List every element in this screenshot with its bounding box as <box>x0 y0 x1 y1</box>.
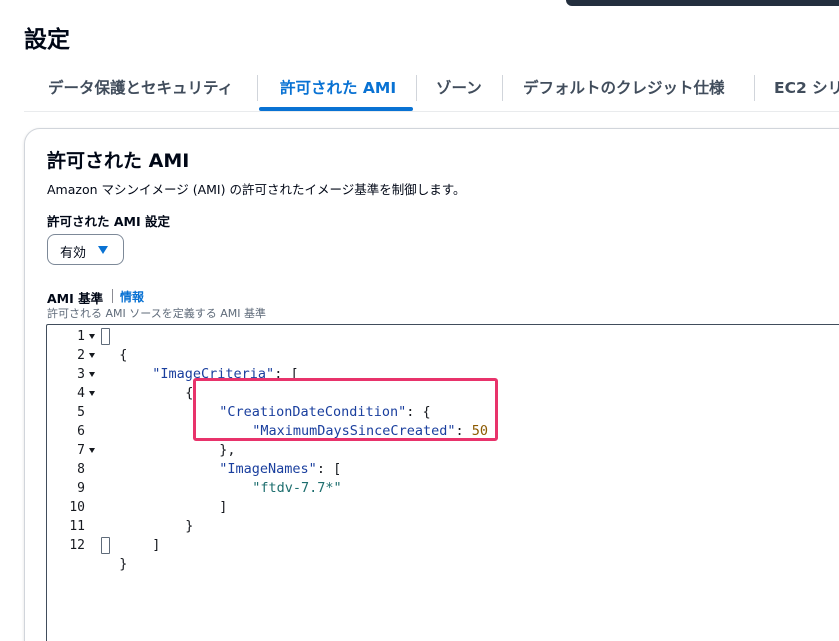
code-line-12: } <box>103 536 127 572</box>
tab-divider <box>257 75 258 101</box>
caret-down-icon <box>98 246 108 254</box>
line-number: 11 <box>69 519 85 534</box>
code-line-2: "ImageCriteria": [ <box>136 346 298 382</box>
tabs-baseline <box>24 111 839 112</box>
json-string: "ftdv-7.7*" <box>252 480 342 496</box>
code-line-11: ] <box>136 517 160 553</box>
line-number: 8 <box>77 462 85 477</box>
tab-divider <box>416 75 417 101</box>
json-bracket: ] <box>219 499 228 515</box>
line-number: 3 <box>77 367 85 382</box>
page-title: 設定 <box>24 27 70 53</box>
top-notification-bar <box>566 0 839 6</box>
panel-heading: 許可された AMI <box>47 150 190 172</box>
tab-data-protection-security[interactable]: データ保護とセキュリティ <box>46 70 235 108</box>
code-line-9: ] <box>203 479 227 515</box>
line-number: 6 <box>77 424 85 439</box>
active-tab-indicator <box>259 107 413 111</box>
tab-divider <box>502 75 503 101</box>
fold-caret-icon[interactable] <box>89 448 95 453</box>
line-number-gutter: 1 2 3 4 5 6 7 8 9 10 11 12 <box>47 327 99 641</box>
highlight-annotation-box <box>193 378 498 441</box>
line-number: 1 <box>77 329 85 344</box>
select-value: 有効 <box>60 246 87 261</box>
allowed-ami-setting-label: 許可された AMI 設定 <box>47 214 170 229</box>
fold-caret-icon[interactable] <box>89 353 95 358</box>
info-link[interactable]: 情報 <box>120 288 144 305</box>
settings-tabs: データ保護とセキュリティ 許可された AMI ゾーン デフォルトのクレジット仕様… <box>24 70 839 112</box>
code-line-8: "ftdv-7.7*" <box>236 460 341 496</box>
line-number: 10 <box>69 500 85 515</box>
ami-criteria-hint: 許可される AMI ソースを定義する AMI 基準 <box>47 307 266 320</box>
code-line-1: { <box>103 327 127 363</box>
line-number: 5 <box>77 405 85 420</box>
tab-allowed-ami[interactable]: 許可された AMI <box>278 70 398 108</box>
json-brace: } <box>185 518 194 534</box>
line-number: 12 <box>69 538 85 553</box>
code-line-10: } <box>169 498 193 534</box>
tab-zones[interactable]: ゾーン <box>434 70 484 108</box>
json-brace: } <box>119 556 128 572</box>
label-divider <box>112 289 113 303</box>
panel-description: Amazon マシンイメージ (AMI) の許可されたイメージ基準を制御します。 <box>47 182 466 197</box>
fold-caret-icon[interactable] <box>89 334 95 339</box>
line-number: 7 <box>77 443 85 458</box>
line-number: 4 <box>77 386 85 401</box>
code-line-3: { <box>169 365 193 401</box>
fold-caret-icon[interactable] <box>89 391 95 396</box>
json-brace: { <box>119 347 128 363</box>
code-line-7: "ImageNames": [ <box>203 441 341 477</box>
json-bracket: ] <box>152 537 161 553</box>
tab-ec2-serial[interactable]: EC2 シリ <box>772 70 839 108</box>
fold-caret-icon[interactable] <box>89 372 95 377</box>
tab-divider <box>754 75 755 101</box>
line-number: 9 <box>77 481 85 496</box>
line-number: 2 <box>77 348 85 363</box>
allowed-ami-setting-select[interactable]: 有効 <box>47 234 124 265</box>
tab-default-credit-specification[interactable]: デフォルトのクレジット仕様 <box>521 70 727 108</box>
